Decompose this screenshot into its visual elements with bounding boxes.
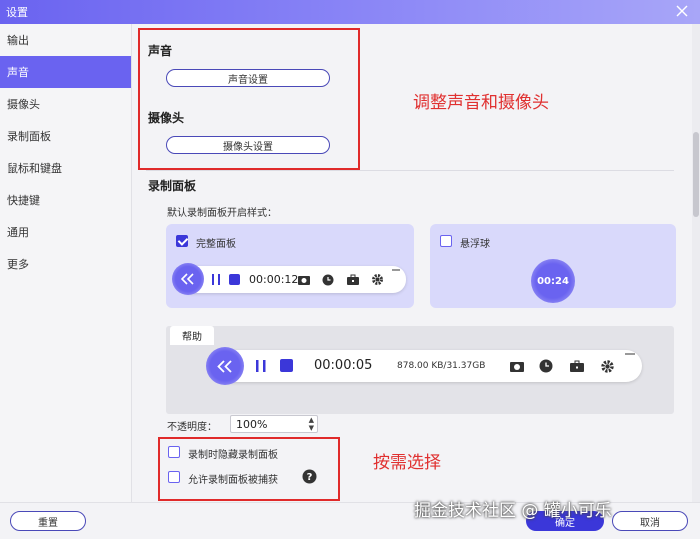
sidebar-item-label: 通用 bbox=[7, 226, 29, 239]
gear-icon[interactable] bbox=[371, 273, 384, 286]
collapse-button[interactable] bbox=[206, 347, 244, 385]
float-ball-label: 悬浮球 bbox=[460, 239, 490, 250]
float-ball-timer[interactable]: 00:24 bbox=[531, 259, 575, 303]
sidebar-item-label: 鼠标和键盘 bbox=[7, 162, 62, 175]
sidebar-item-more[interactable]: 更多 bbox=[0, 248, 131, 280]
clock-icon[interactable] bbox=[539, 359, 553, 373]
annotation-box-sound-camera bbox=[138, 28, 360, 170]
sidebar-item-label: 快捷键 bbox=[7, 194, 40, 207]
annotation-box-options bbox=[158, 437, 340, 501]
help-tab[interactable]: 帮助 bbox=[170, 326, 214, 345]
sidebar: 输出 声音 摄像头 录制面板 鼠标和键盘 快捷键 通用 更多 bbox=[0, 24, 132, 502]
record-timer: 00:00:12 bbox=[249, 273, 299, 286]
annotation-text-options: 按需选择 bbox=[373, 453, 441, 473]
sidebar-item-sound[interactable]: 声音 bbox=[0, 56, 131, 88]
sidebar-item-shortcuts[interactable]: 快捷键 bbox=[0, 184, 131, 216]
float-ball-card[interactable]: 悬浮球 00:24 bbox=[430, 224, 676, 308]
opacity-label: 不透明度： bbox=[167, 422, 217, 433]
float-ball-checkbox[interactable] bbox=[440, 235, 452, 247]
pause-icon[interactable] bbox=[254, 359, 268, 373]
sidebar-item-label: 更多 bbox=[7, 258, 29, 271]
vertical-scrollbar[interactable] bbox=[692, 24, 700, 502]
camera-icon[interactable] bbox=[298, 274, 310, 285]
watermark: 掘金技术社区 @ 罐小可乐 bbox=[414, 501, 612, 521]
record-timer: 00:00:05 bbox=[314, 358, 373, 373]
sidebar-item-label: 录制面板 bbox=[7, 130, 51, 143]
gear-icon[interactable] bbox=[600, 359, 615, 374]
mini-record-bar: 00:00:12 bbox=[172, 263, 406, 295]
toolbox-icon[interactable] bbox=[570, 360, 584, 372]
close-icon[interactable] bbox=[674, 3, 690, 19]
pause-icon[interactable] bbox=[210, 273, 222, 286]
help-preview: 帮助 00:00:05 878.00 KB/31.37GB bbox=[166, 326, 674, 414]
clock-icon[interactable] bbox=[322, 274, 334, 286]
default-style-label: 默认录制面板开启样式： bbox=[167, 208, 277, 219]
divider bbox=[146, 170, 674, 171]
sidebar-item-output[interactable]: 输出 bbox=[0, 24, 131, 56]
opacity-spinbox[interactable]: 100% ▲ ▼ bbox=[230, 415, 318, 433]
spinner-arrows-icon[interactable]: ▲ ▼ bbox=[309, 416, 314, 432]
window-title: 设置 bbox=[6, 6, 28, 19]
scrollbar-thumb[interactable] bbox=[693, 132, 699, 217]
title-bar: 设置 bbox=[0, 0, 700, 24]
double-chevron-left-icon bbox=[217, 359, 232, 373]
collapse-button[interactable] bbox=[172, 263, 204, 295]
double-chevron-left-icon bbox=[181, 273, 194, 285]
full-panel-card[interactable]: 完整面板 00:00:12 bbox=[166, 224, 414, 308]
reset-button[interactable]: 重置 bbox=[10, 511, 86, 531]
storage-usage: 878.00 KB/31.37GB bbox=[397, 361, 486, 371]
sidebar-item-label: 摄像头 bbox=[7, 98, 40, 111]
full-panel-label: 完整面板 bbox=[196, 239, 236, 250]
full-panel-checkbox[interactable] bbox=[176, 235, 188, 247]
cancel-button[interactable]: 取消 bbox=[612, 511, 688, 531]
camera-icon[interactable] bbox=[510, 360, 524, 372]
sidebar-item-general[interactable]: 通用 bbox=[0, 216, 131, 248]
stop-icon[interactable] bbox=[229, 274, 240, 285]
minimize-icon[interactable] bbox=[624, 351, 636, 357]
sidebar-item-label: 输出 bbox=[7, 34, 29, 47]
opacity-value: 100% bbox=[236, 418, 268, 431]
record-panel-section-title: 录制面板 bbox=[148, 179, 197, 193]
toolbox-icon[interactable] bbox=[347, 274, 359, 285]
annotation-text-sound-camera: 调整声音和摄像头 bbox=[413, 93, 549, 113]
settings-content: 声音 声音设置 摄像头 摄像头设置 录制面板 默认录制面板开启样式： 完整面板 … bbox=[132, 24, 692, 502]
sidebar-item-label: 声音 bbox=[7, 66, 29, 79]
sidebar-item-mouse-keyboard[interactable]: 鼠标和键盘 bbox=[0, 152, 131, 184]
sidebar-item-camera[interactable]: 摄像头 bbox=[0, 88, 131, 120]
sidebar-item-record-panel[interactable]: 录制面板 bbox=[0, 120, 131, 152]
minimize-icon[interactable] bbox=[391, 267, 401, 273]
stop-icon[interactable] bbox=[280, 359, 293, 372]
help-record-bar: 00:00:05 878.00 KB/31.37GB bbox=[206, 347, 642, 385]
